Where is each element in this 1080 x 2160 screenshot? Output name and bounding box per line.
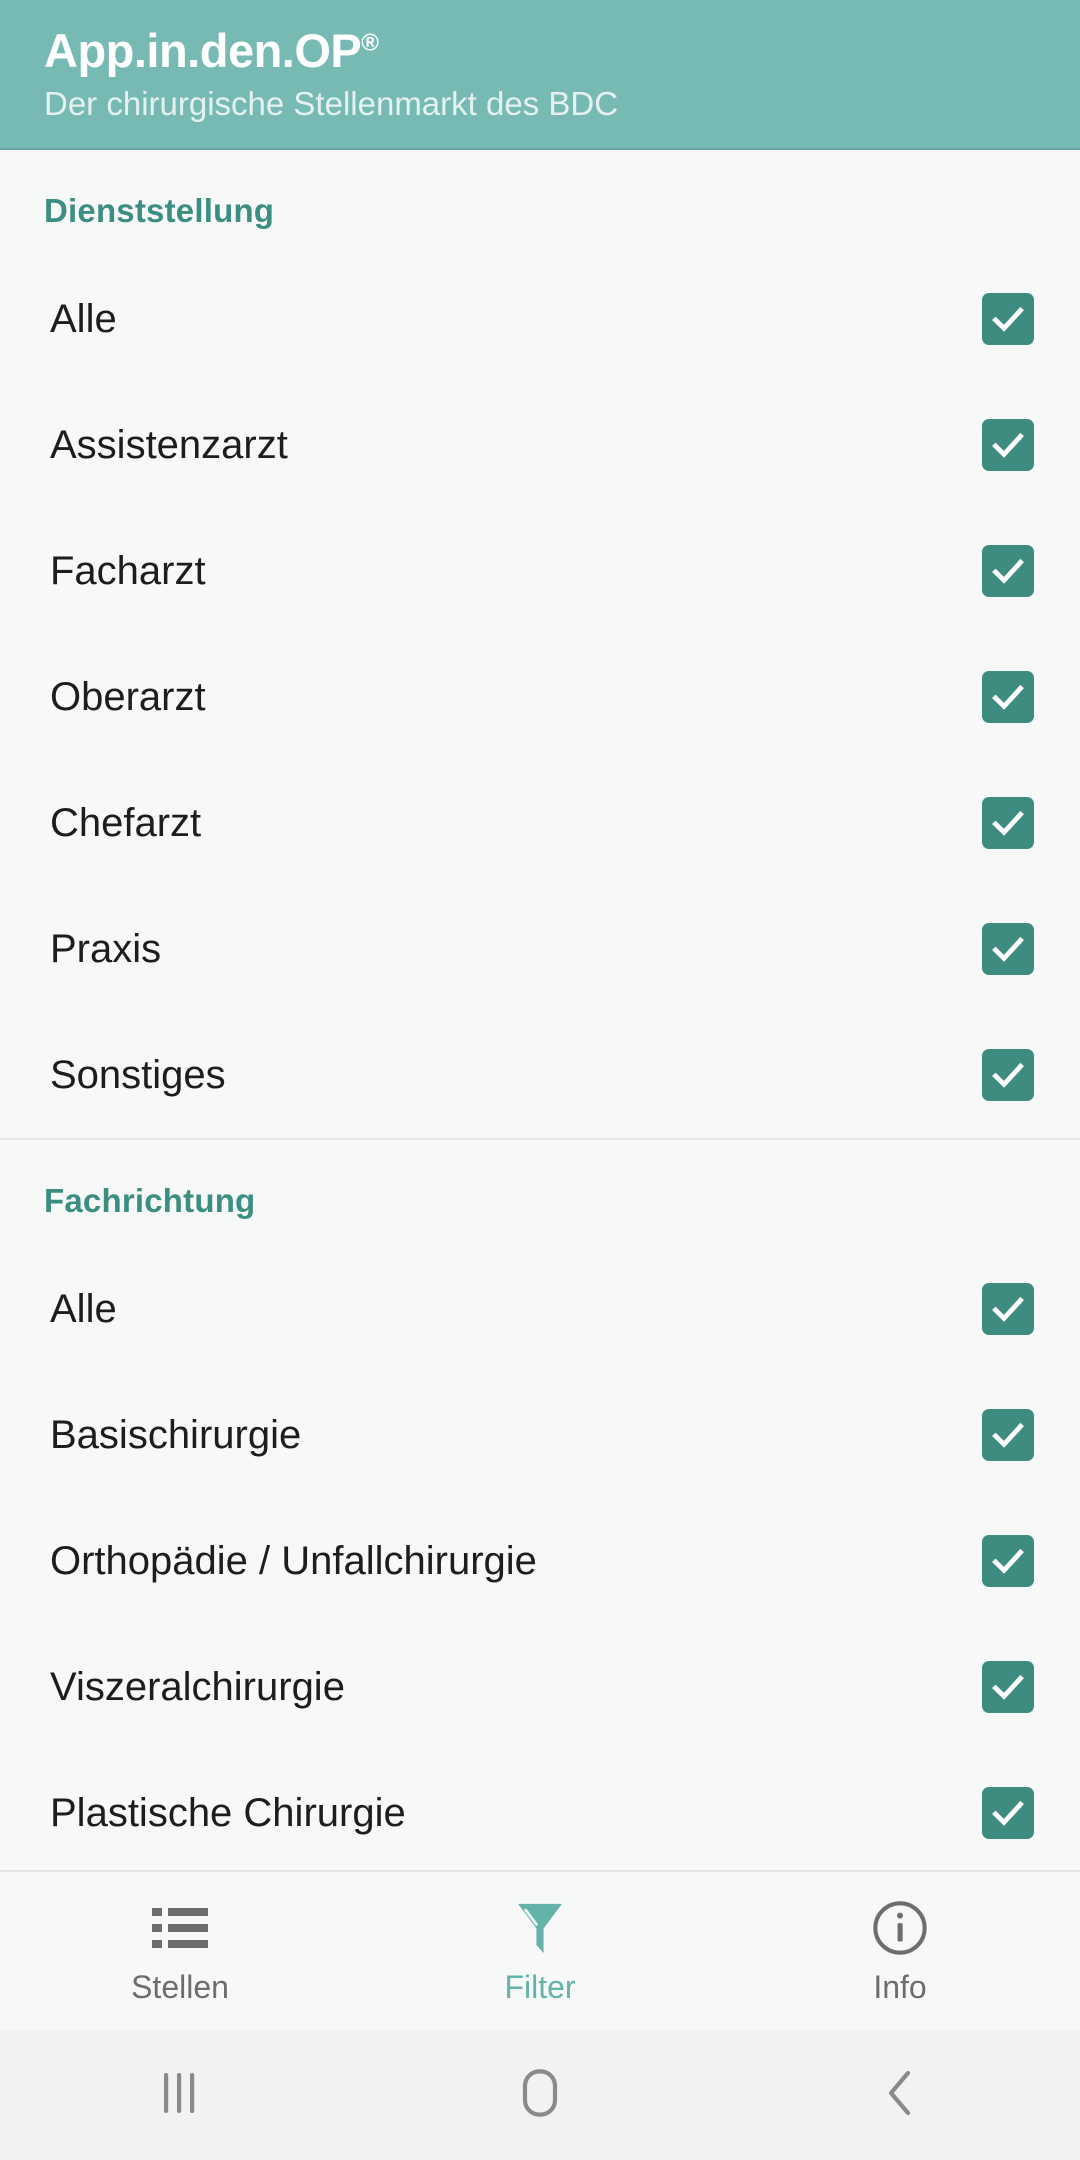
option-label: Sonstiges <box>50 1053 226 1097</box>
option-label: Basischirurgie <box>50 1413 302 1457</box>
filter-section-fachrichtung: Fachrichtung Alle Basischirurgie Orthopä… <box>0 1138 1080 1870</box>
list-icon <box>152 1899 208 1957</box>
option-label: Praxis <box>50 927 162 971</box>
checkbox-alle-fachrichtung[interactable] <box>982 1283 1034 1335</box>
tab-label-info: Info <box>873 1969 927 2005</box>
filter-scroll-area[interactable]: Dienststellung Alle Assistenzarzt Fachar… <box>0 150 1080 1870</box>
recents-icon <box>158 2069 202 2122</box>
funnel-icon <box>512 1899 568 1957</box>
registered-trademark-icon: ® <box>361 29 379 57</box>
checkbox-assistenzarzt[interactable] <box>982 419 1034 471</box>
back-icon <box>878 2067 922 2124</box>
tab-stellen[interactable]: Stellen <box>0 1872 360 2030</box>
option-label: Facharzt <box>50 549 206 593</box>
option-list-dienststellung: Alle Assistenzarzt Facharzt Oberarzt Che… <box>0 230 1080 1138</box>
app-title-text: App.in.den.OP <box>44 24 362 77</box>
option-label: Plastische Chirurgie <box>50 1791 406 1835</box>
bottom-navigation-bar: Stellen Filter Info <box>0 1870 1080 2030</box>
android-system-navigation-bar <box>0 2030 1080 2160</box>
tab-filter[interactable]: Filter <box>360 1872 720 2030</box>
tab-info[interactable]: Info <box>720 1872 1080 2030</box>
filter-section-dienststellung: Dienststellung Alle Assistenzarzt Fachar… <box>0 150 1080 1138</box>
tab-label-stellen: Stellen <box>131 1969 229 2005</box>
app-header: App.in.den.OP® Der chirurgische Stellenm… <box>0 0 1080 150</box>
section-title-fachrichtung: Fachrichtung <box>44 1182 256 1219</box>
checkbox-praxis[interactable] <box>982 923 1034 975</box>
option-row-orthopaedie-unfallchirurgie[interactable]: Orthopädie / Unfallchirurgie <box>0 1498 1080 1624</box>
checkbox-oberarzt[interactable] <box>982 671 1034 723</box>
option-row-assistenzarzt[interactable]: Assistenzarzt <box>0 382 1080 508</box>
option-row-sonstiges[interactable]: Sonstiges <box>0 1012 1080 1138</box>
checkbox-orthopaedie-unfallchirurgie[interactable] <box>982 1535 1034 1587</box>
checkbox-chefarzt[interactable] <box>982 797 1034 849</box>
option-row-praxis[interactable]: Praxis <box>0 886 1080 1012</box>
option-label: Alle <box>50 1287 117 1331</box>
option-row-oberarzt[interactable]: Oberarzt <box>0 634 1080 760</box>
home-button[interactable] <box>360 2030 720 2160</box>
option-label: Orthopädie / Unfallchirurgie <box>50 1539 537 1583</box>
app-subtitle: Der chirurgische Stellenmarkt des BDC <box>44 85 619 123</box>
checkbox-plastische-chirurgie[interactable] <box>982 1787 1034 1839</box>
option-row-alle-fachrichtung[interactable]: Alle <box>0 1246 1080 1372</box>
checkbox-basischirurgie[interactable] <box>982 1409 1034 1461</box>
recents-button[interactable] <box>0 2030 360 2160</box>
option-label: Viszeralchirurgie <box>50 1665 345 1709</box>
option-label: Assistenzarzt <box>50 423 288 467</box>
section-title-dienststellung: Dienststellung <box>44 192 275 229</box>
option-row-plastische-chirurgie[interactable]: Plastische Chirurgie <box>0 1750 1080 1870</box>
home-icon <box>516 2067 564 2124</box>
back-button[interactable] <box>720 2030 1080 2160</box>
option-row-alle[interactable]: Alle <box>0 256 1080 382</box>
option-row-basischirurgie[interactable]: Basischirurgie <box>0 1372 1080 1498</box>
tab-label-filter: Filter <box>504 1969 576 2005</box>
option-label: Alle <box>50 297 117 341</box>
checkbox-sonstiges[interactable] <box>982 1049 1034 1101</box>
option-list-fachrichtung: Alle Basischirurgie Orthopädie / Unfallc… <box>0 1220 1080 1870</box>
info-icon <box>871 1899 929 1957</box>
option-row-facharzt[interactable]: Facharzt <box>0 508 1080 634</box>
option-label: Chefarzt <box>50 801 202 845</box>
checkbox-alle[interactable] <box>982 293 1034 345</box>
app-title: App.in.den.OP® <box>44 26 1080 75</box>
checkbox-facharzt[interactable] <box>982 545 1034 597</box>
checkbox-viszeralchirurgie[interactable] <box>982 1661 1034 1713</box>
app-screen: App.in.den.OP® Der chirurgische Stellenm… <box>0 0 1080 2160</box>
option-row-chefarzt[interactable]: Chefarzt <box>0 760 1080 886</box>
option-label: Oberarzt <box>50 675 206 719</box>
option-row-viszeralchirurgie[interactable]: Viszeralchirurgie <box>0 1624 1080 1750</box>
